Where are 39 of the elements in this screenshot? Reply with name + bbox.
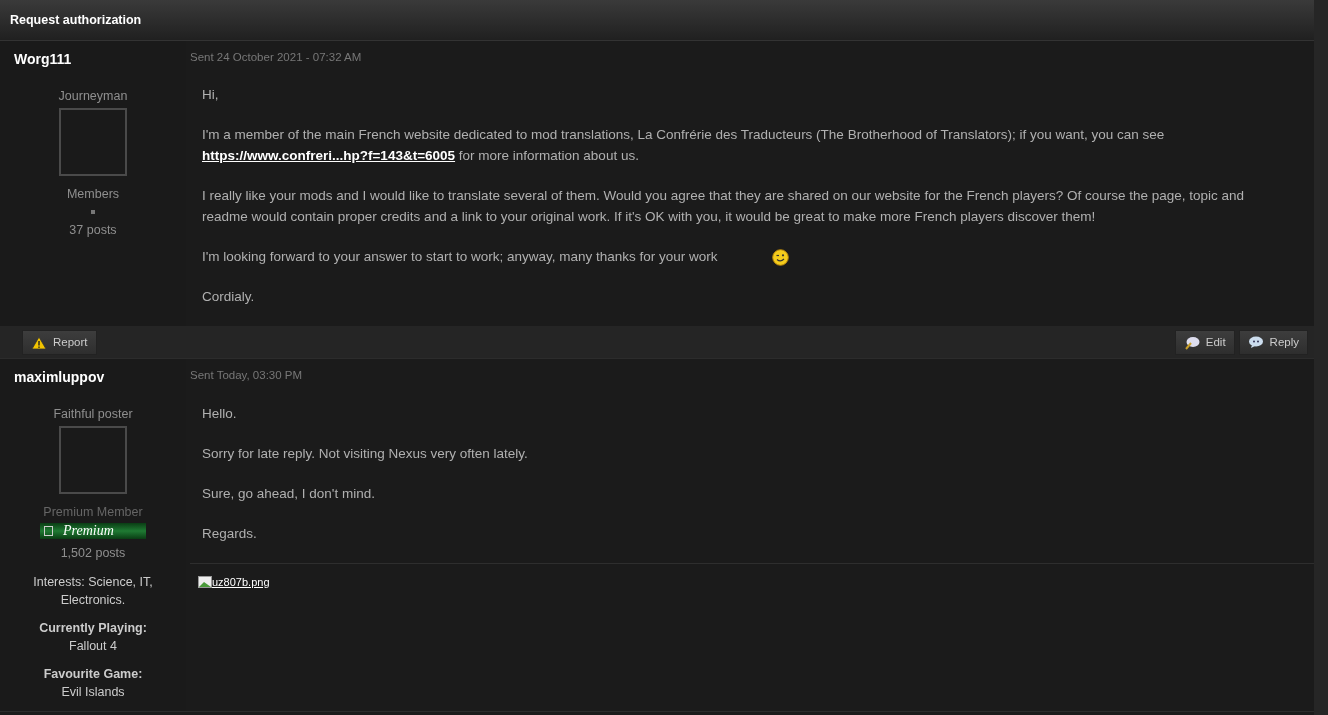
- message-paragraph: I'm looking forward to your answer to start to work; anyway, many thanks for your work: [202, 249, 718, 264]
- profile-label: Favourite Game:: [42, 665, 144, 683]
- page-title: Request authorization: [0, 0, 1314, 41]
- message-paragraph: I really like your mods and I would like to translate several of them. Would you agree that they are shared on our website for the French players? Of course the page, topic and readme would contain proper credits and a link to your original work. If it's OK with you, it would be great to make more French players discover them!: [202, 187, 1246, 226]
- profile-value: Fallout 4: [68, 637, 118, 655]
- badge-label: Premium: [63, 524, 114, 539]
- profile-value: Evil Islands: [60, 683, 126, 701]
- reply-button[interactable]: Reply: [1238, 330, 1308, 356]
- avatar-placeholder[interactable]: [59, 426, 127, 495]
- warning-icon: [31, 335, 47, 350]
- broken-image-icon: [198, 575, 212, 588]
- message-paragraph: I'm a member of the main French website dedicated to mod translations, La Confrérie des Traducteurs (The Brotherhood of Translators); if you want, you can see https://www.confreri...hp?f=143&t=6005 for more information about us.: [202, 126, 1166, 165]
- profile-label: Currently Playing:: [38, 619, 148, 637]
- post-count: 1,502 posts: [59, 544, 127, 562]
- message-paragraph: Sorry for late reply. Not visiting Nexus very often lately.: [202, 444, 529, 463]
- post-date: Sent Today, 03:30 PM: [190, 368, 304, 384]
- message-paragraph: Cordialy.: [202, 288, 256, 306]
- message-paragraph: Hello.: [202, 404, 238, 423]
- member-group: Members: [0, 183, 186, 204]
- author-name[interactable]: Worg111: [0, 48, 186, 70]
- edit-icon: [1183, 335, 1200, 350]
- message-paragraph: Regards.: [202, 524, 258, 543]
- author-name[interactable]: maximluppov: [0, 367, 186, 389]
- message-paragraph: Hi,: [202, 86, 220, 104]
- post-count: 37 posts: [68, 221, 118, 239]
- broken-image-link[interactable]: uz807b.png: [198, 573, 270, 590]
- post-date: Sent 24 October 2021 - 07:32 AM: [190, 49, 363, 65]
- badge-icon: [44, 526, 53, 537]
- edit-button[interactable]: Edit: [1174, 330, 1235, 356]
- message-paragraph: Sure, go ahead, I don't mind.: [202, 484, 376, 503]
- reply-icon: [1247, 336, 1264, 350]
- avatar-placeholder[interactable]: [59, 107, 127, 176]
- member-group: Premium Member: [0, 502, 186, 523]
- member-rank: Faithful poster: [52, 406, 134, 424]
- profile-interests: Interests: Science, IT, Electronics.: [32, 573, 154, 609]
- wink-smiley-icon: [771, 248, 789, 266]
- report-button[interactable]: Report: [22, 330, 97, 356]
- member-rank: Journeyman: [57, 87, 129, 105]
- message-link[interactable]: https://www.confreri...hp?f=143&t=6005: [202, 148, 456, 163]
